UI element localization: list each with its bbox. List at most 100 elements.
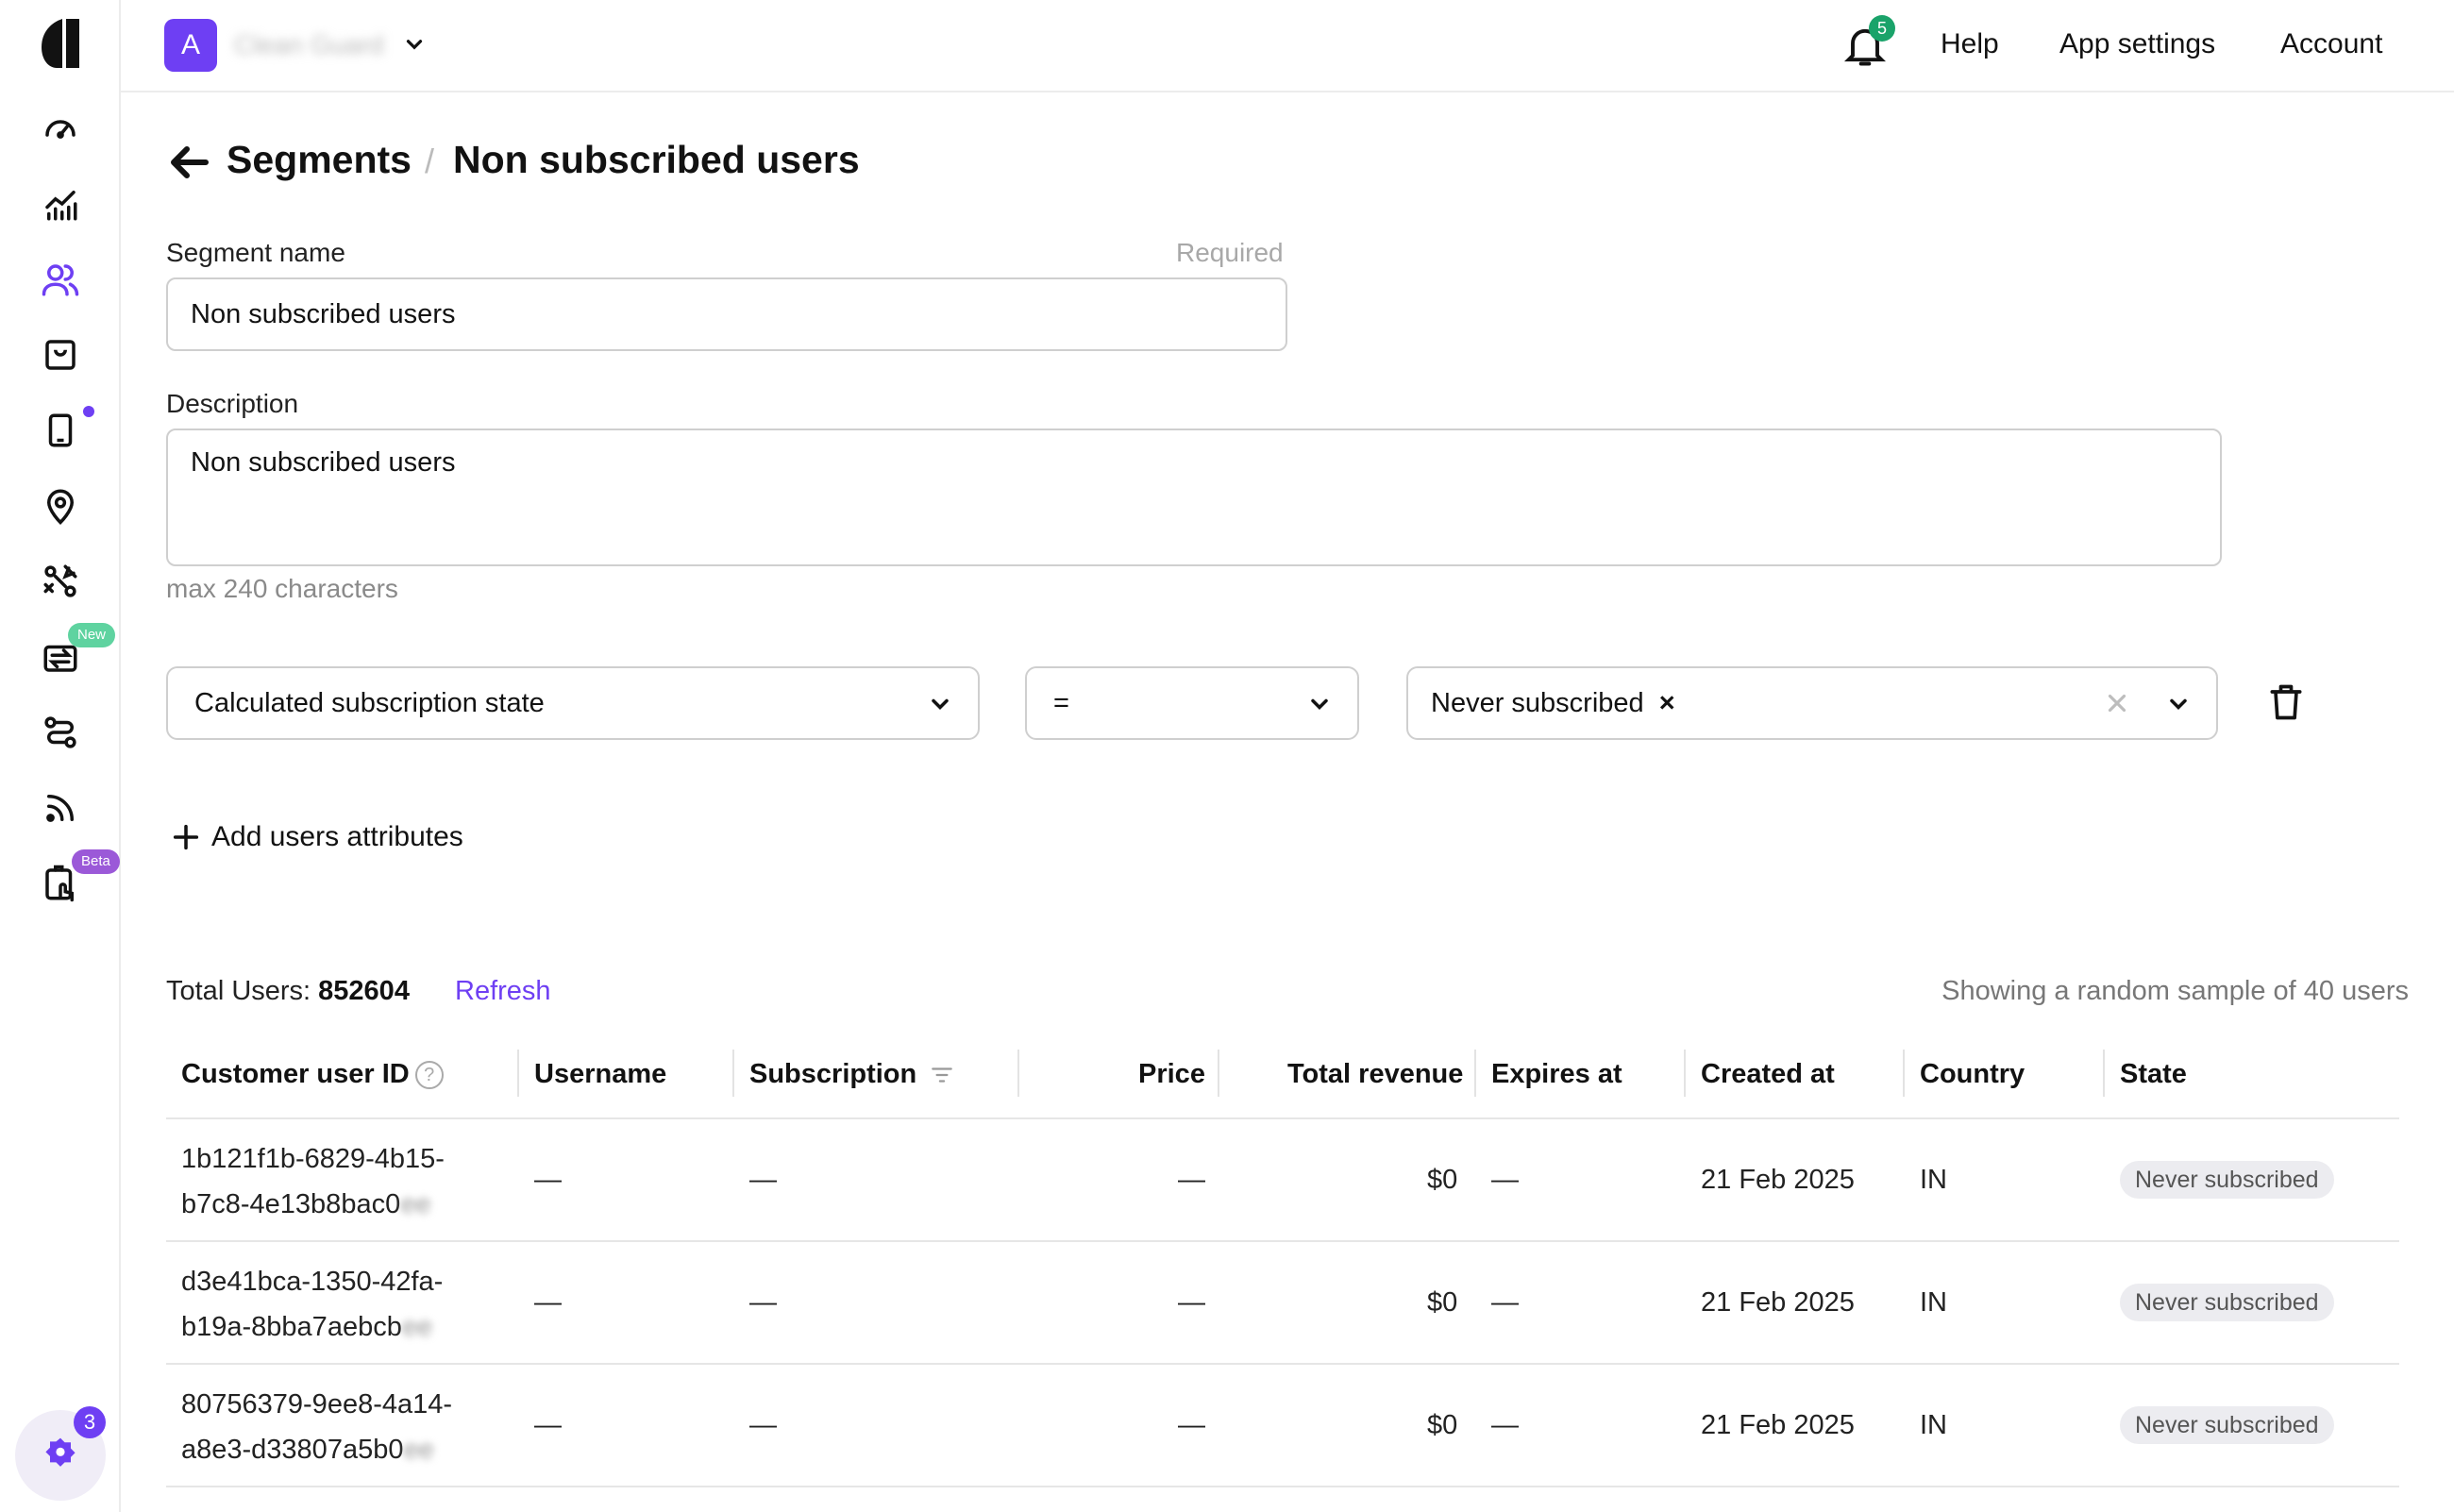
help-link[interactable]: Help <box>1941 28 1999 60</box>
total-users: Total Users: 852604 <box>166 976 410 1007</box>
column-username: Username <box>534 1059 667 1089</box>
column-subscription: Subscription <box>749 1059 954 1090</box>
app-avatar[interactable]: A <box>164 19 217 72</box>
cell-expires-at: — <box>1491 1287 1519 1318</box>
cell-username: — <box>534 1410 562 1440</box>
cell-username: — <box>534 1165 562 1195</box>
cell-customer-user-id[interactable]: d3e41bca-1350-42fa-b19a-8bba7aebcbee <box>181 1259 502 1350</box>
column-price: Price <box>1138 1059 1205 1089</box>
attribute-select-value: Calculated subscription state <box>194 688 545 718</box>
operator-select[interactable]: = <box>1025 666 1359 740</box>
column-divider[interactable] <box>517 1050 519 1097</box>
row-divider <box>166 1240 2399 1242</box>
breadcrumb-segments[interactable]: Segments <box>227 138 412 182</box>
status-badge: Never subscribed <box>2120 1284 2334 1321</box>
filter-icon[interactable] <box>930 1063 954 1087</box>
app-settings-link[interactable]: App settings <box>2059 28 2215 60</box>
cell-created-at: 21 Feb 2025 <box>1701 1165 1855 1195</box>
help-icon[interactable]: ? <box>414 1061 444 1090</box>
chevron-down-icon[interactable] <box>402 32 427 57</box>
events-feed-icon[interactable] <box>38 785 83 831</box>
new-badge: New <box>68 623 116 647</box>
cell-subscription: — <box>749 1165 777 1195</box>
cell-created-at: 21 Feb 2025 <box>1701 1287 1855 1318</box>
description-textarea[interactable]: Non subscribed users <box>166 428 2222 566</box>
total-users-label: Total Users: <box>166 976 311 1006</box>
cell-created-at: 21 Feb 2025 <box>1701 1410 1855 1440</box>
flows-icon[interactable] <box>38 710 83 755</box>
status-badge: Never subscribed <box>2120 1406 2334 1444</box>
add-users-attributes-button[interactable]: Add users attributes <box>170 821 463 853</box>
app-logo[interactable] <box>38 17 83 70</box>
column-divider[interactable] <box>1017 1050 1019 1097</box>
column-country: Country <box>1920 1059 2025 1089</box>
widget-count-badge: 3 <box>74 1406 106 1438</box>
cell-total-revenue: $0 <box>1427 1165 1458 1195</box>
description-hint: max 240 characters <box>166 574 398 603</box>
sidebar: New Beta 3 <box>0 0 121 1512</box>
value-chip: Never subscribed <box>1431 688 1644 718</box>
cell-price: — <box>1178 1287 1205 1318</box>
segment-name-label: Segment name <box>166 238 345 267</box>
header-divider <box>166 1117 2399 1119</box>
back-arrow-icon[interactable] <box>166 140 211 185</box>
account-link[interactable]: Account <box>2280 28 2382 60</box>
column-divider[interactable] <box>1218 1050 1219 1097</box>
cell-total-revenue: $0 <box>1427 1410 1458 1440</box>
placements-icon[interactable] <box>38 483 83 529</box>
refresh-link[interactable]: Refresh <box>455 976 551 1007</box>
row-divider <box>166 1486 2399 1487</box>
add-users-attributes-label: Add users attributes <box>211 821 463 852</box>
cell-expires-at: — <box>1491 1410 1519 1440</box>
value-select[interactable]: Never subscribed × <box>1406 666 2218 740</box>
cell-total-revenue: $0 <box>1427 1287 1458 1318</box>
column-total-revenue: Total revenue <box>1287 1059 1464 1089</box>
products-icon[interactable] <box>38 332 83 378</box>
row-divider <box>166 1363 2399 1365</box>
cell-country: IN <box>1920 1287 1947 1318</box>
beta-badge: Beta <box>72 849 120 874</box>
cell-expires-at: — <box>1491 1165 1519 1195</box>
clear-icon[interactable] <box>2103 689 2131 717</box>
column-label: Customer user ID <box>181 1059 410 1089</box>
trash-icon[interactable] <box>2265 680 2307 725</box>
cell-customer-user-id[interactable]: 1b121f1b-6829-4b15- b7c8-4e13b8bac0ee <box>181 1136 502 1227</box>
column-divider[interactable] <box>1903 1050 1905 1097</box>
notifications-count: 5 <box>1869 15 1895 42</box>
ab-tests-icon[interactable] <box>38 559 83 604</box>
chevron-down-icon <box>932 698 949 710</box>
paywalls-icon[interactable] <box>38 408 83 453</box>
value-chip-remove[interactable]: × <box>1659 688 1675 718</box>
description-label: Description <box>166 389 299 418</box>
total-users-value: 852604 <box>318 976 410 1006</box>
status-badge: Never subscribed <box>2120 1161 2334 1199</box>
cell-price: — <box>1178 1410 1205 1440</box>
app-name[interactable]: Clean Guard <box>234 30 384 60</box>
gear-icon <box>45 1437 76 1467</box>
users-icon[interactable] <box>38 257 83 302</box>
segment-name-input[interactable]: Non subscribed users <box>166 277 1287 351</box>
cell-price: — <box>1178 1165 1205 1195</box>
column-divider[interactable] <box>1474 1050 1476 1097</box>
dashboard-icon[interactable] <box>38 106 83 151</box>
chevron-down-icon <box>2170 698 2187 710</box>
cell-subscription: — <box>749 1410 777 1440</box>
required-hint: Required <box>1176 238 1284 267</box>
plus-icon <box>173 824 199 850</box>
cell-country: IN <box>1920 1165 1947 1195</box>
attribute-select[interactable]: Calculated subscription state <box>166 666 980 740</box>
breadcrumb-separator: / <box>425 142 435 180</box>
column-state: State <box>2120 1059 2187 1089</box>
column-divider[interactable] <box>2103 1050 2105 1097</box>
cell-country: IN <box>1920 1410 1947 1440</box>
top-bar: A Clean Guard 5 Help App settings Accoun… <box>121 0 2454 92</box>
column-divider[interactable] <box>732 1050 734 1097</box>
analytics-icon[interactable] <box>38 181 83 227</box>
cell-username: — <box>534 1287 562 1318</box>
cell-customer-user-id[interactable]: 80756379-9ee8-4a14- a8e3-d33807a5b0ee <box>181 1382 502 1472</box>
column-customer-user-id: Customer user ID? <box>181 1059 444 1090</box>
paywalls-notification-dot <box>83 406 94 417</box>
sample-note: Showing a random sample of 40 users <box>1941 976 2409 1006</box>
column-divider[interactable] <box>1684 1050 1686 1097</box>
page-title: Non subscribed users <box>453 138 860 181</box>
